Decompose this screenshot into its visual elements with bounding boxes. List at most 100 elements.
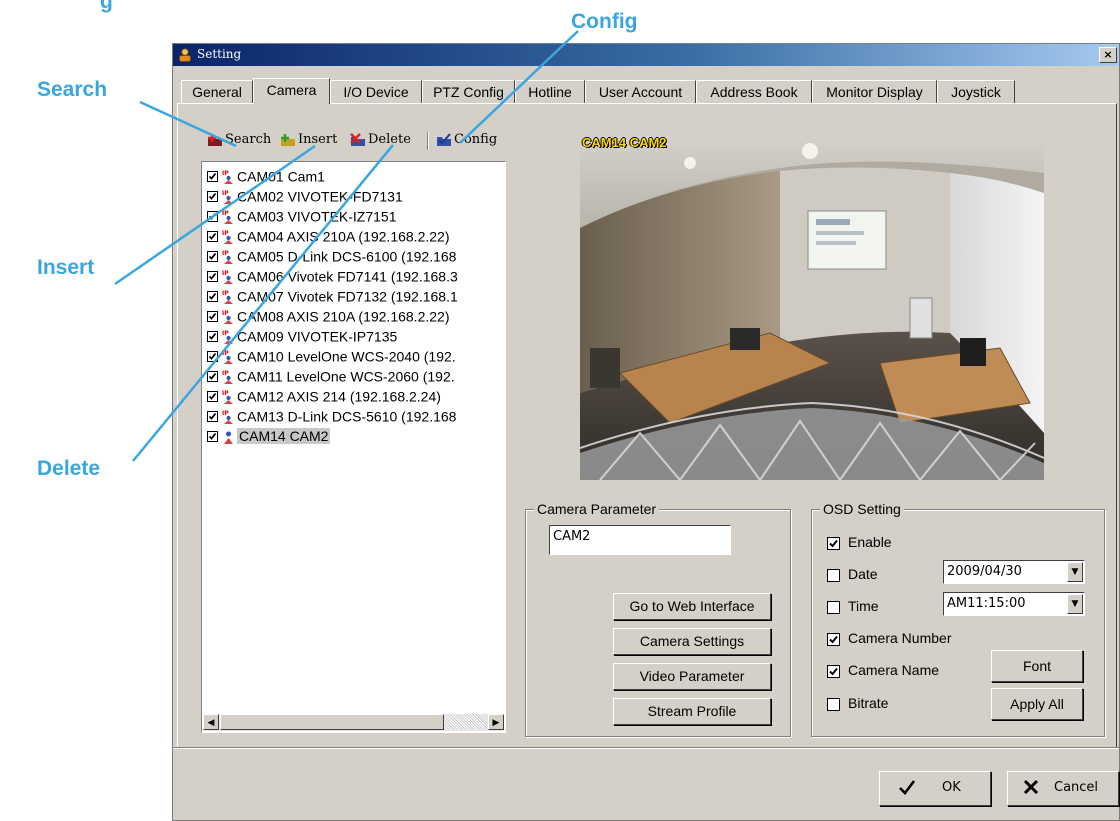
scroll-left-button[interactable]: ◀ <box>203 714 219 730</box>
time-select[interactable]: AM11:15:00 ▼ <box>943 592 1085 616</box>
list-item[interactable]: IP CAM05 D-Link DCS-6100 (192.168 <box>207 246 456 264</box>
checkbox-checked-icon[interactable] <box>207 170 218 182</box>
camera-list[interactable]: IP CAM01 Cam1 IP CAM02 VIVOTEK-FD7131 IP CA… <box>201 161 506 733</box>
svg-text:IP: IP <box>222 410 229 417</box>
svg-text:IP: IP <box>222 190 229 197</box>
title-bar[interactable]: Setting × <box>173 44 1119 66</box>
checkbox-checked-icon[interactable] <box>207 430 218 442</box>
ip-camera-icon: IP <box>222 210 233 224</box>
checkbox-unchecked-icon[interactable] <box>827 568 840 582</box>
checkbox-checked-icon[interactable] <box>207 310 218 322</box>
toolbar-separator <box>427 132 429 150</box>
chevron-down-icon[interactable]: ▼ <box>1067 562 1083 582</box>
ip-camera-icon: IP <box>222 230 233 244</box>
checkbox-unchecked-icon[interactable] <box>827 600 840 614</box>
delete-button[interactable]: Delete <box>350 130 411 150</box>
callout-delete: Delete <box>37 457 101 480</box>
callout-partial: g <box>100 0 113 13</box>
insert-button[interactable]: Insert <box>280 130 337 150</box>
list-item[interactable]: IP CAM06 Vivotek FD7141 (192.168.3 <box>207 266 458 284</box>
osd-setting-legend: OSD Setting <box>820 501 904 517</box>
svg-text:IP: IP <box>222 290 229 297</box>
enable-checkbox[interactable]: Enable <box>827 533 892 551</box>
tab-hotline[interactable]: Hotline <box>515 80 585 103</box>
date-select[interactable]: 2009/04/30 ▼ <box>943 560 1085 584</box>
delete-label: Delete <box>368 132 411 147</box>
ip-camera-icon: IP <box>222 390 233 404</box>
list-item[interactable]: IP CAM08 AXIS 210A (192.168.2.22) <box>207 306 449 324</box>
checkbox-checked-icon[interactable] <box>827 632 840 646</box>
camera-number-checkbox[interactable]: Camera Number <box>827 629 951 647</box>
camera-preview: CAM14 CAM2 <box>580 133 1044 480</box>
apply-all-button[interactable]: Apply All <box>991 688 1083 720</box>
list-item[interactable]: IP CAM04 AXIS 210A (192.168.2.22) <box>207 226 449 244</box>
checkbox-checked-icon[interactable] <box>207 370 218 382</box>
svg-text:IP: IP <box>222 210 229 217</box>
list-item[interactable]: IP CAM02 VIVOTEK-FD7131 <box>207 186 403 204</box>
checkbox-checked-icon[interactable] <box>207 250 218 262</box>
scroll-right-button[interactable]: ▶ <box>488 714 504 730</box>
video-parameter-button[interactable]: Video Parameter <box>613 663 771 690</box>
tab-ptz-config[interactable]: PTZ Config <box>422 80 515 103</box>
list-item[interactable]: IP CAM01 Cam1 <box>207 166 325 184</box>
camera-name-checkbox[interactable]: Camera Name <box>827 661 939 679</box>
bitrate-checkbox[interactable]: Bitrate <box>827 694 888 712</box>
insert-add-icon <box>281 133 295 146</box>
stream-profile-button[interactable]: Stream Profile <box>613 698 771 725</box>
tab-general[interactable]: General <box>181 80 253 103</box>
time-checkbox[interactable]: Time <box>827 597 879 615</box>
tab-io-device[interactable]: I/O Device <box>330 80 422 103</box>
camera-settings-button[interactable]: Camera Settings <box>613 628 771 655</box>
tab-camera[interactable]: Camera <box>253 78 330 104</box>
horizontal-scrollbar[interactable]: ◀ ▶ <box>203 714 504 731</box>
date-checkbox[interactable]: Date <box>827 565 878 583</box>
close-x-icon <box>1023 779 1039 795</box>
cancel-button[interactable]: Cancel <box>1007 771 1119 806</box>
camera-icon <box>224 431 233 444</box>
checkbox-checked-icon[interactable] <box>207 330 218 342</box>
checkbox-checked-icon[interactable] <box>207 410 218 422</box>
config-button[interactable]: Config <box>436 130 497 150</box>
checkbox-checked-icon[interactable] <box>827 664 840 678</box>
setting-window: Setting × General Camera I/O Device PTZ … <box>172 43 1120 821</box>
checkbox-checked-icon[interactable] <box>207 350 218 362</box>
list-item[interactable]: IP CAM10 LevelOne WCS-2040 (192. <box>207 346 456 364</box>
ok-button[interactable]: OK <box>879 771 991 806</box>
go-to-web-interface-button[interactable]: Go to Web Interface <box>613 593 771 620</box>
svg-text:IP: IP <box>222 310 229 317</box>
checkbox-checked-icon[interactable] <box>207 190 218 202</box>
list-item[interactable]: IP CAM11 LevelOne WCS-2060 (192. <box>207 366 455 384</box>
list-item[interactable]: IP CAM03 VIVOTEK-IZ7151 <box>207 206 397 224</box>
config-check-icon <box>437 132 451 146</box>
search-button[interactable]: Search <box>207 130 271 150</box>
checkbox-checked-icon[interactable] <box>207 210 218 222</box>
config-label: Config <box>454 132 498 147</box>
chevron-down-icon[interactable]: ▼ <box>1067 594 1083 614</box>
ip-camera-icon: IP <box>222 290 233 304</box>
list-item[interactable]: IP CAM12 AXIS 214 (192.168.2.24) <box>207 386 441 404</box>
checkbox-checked-icon[interactable] <box>207 270 218 282</box>
font-button[interactable]: Font <box>991 650 1083 682</box>
tab-address-book[interactable]: Address Book <box>696 80 812 103</box>
svg-text:IP: IP <box>222 330 229 337</box>
list-item[interactable]: IP CAM07 Vivotek FD7132 (192.168.1 <box>207 286 458 304</box>
ip-camera-icon: IP <box>222 350 233 364</box>
scroll-track[interactable] <box>444 714 487 730</box>
tab-joystick[interactable]: Joystick <box>937 80 1015 103</box>
list-item[interactable]: IP CAM09 VIVOTEK-IP7135 <box>207 326 397 344</box>
checkbox-checked-icon[interactable] <box>207 390 218 402</box>
list-item-selected[interactable]: CAM14 CAM2 <box>207 426 331 445</box>
checkbox-checked-icon[interactable] <box>207 230 218 242</box>
camera-name-field[interactable]: CAM2 <box>549 525 731 555</box>
tab-user-account[interactable]: User Account <box>585 80 696 103</box>
delete-x-icon <box>350 132 365 146</box>
list-item[interactable]: IP CAM13 D-Link DCS-5610 (192.168 <box>207 406 456 424</box>
checkmark-icon <box>899 780 916 795</box>
callout-config: Config <box>571 10 638 33</box>
close-button[interactable]: × <box>1099 47 1117 63</box>
scroll-thumb[interactable] <box>220 714 444 730</box>
checkbox-unchecked-icon[interactable] <box>827 697 840 711</box>
checkbox-checked-icon[interactable] <box>207 290 218 302</box>
checkbox-checked-icon[interactable] <box>827 536 840 550</box>
tab-monitor-display[interactable]: Monitor Display <box>812 80 937 103</box>
